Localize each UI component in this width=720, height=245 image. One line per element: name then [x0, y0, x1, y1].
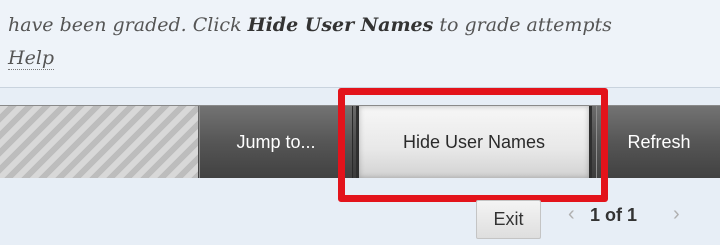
instructions-panel: have been graded. Click Hide User Names … [0, 0, 720, 88]
chevron-left-icon[interactable]: ‹ [568, 203, 575, 226]
page-indicator: 1 of 1 [590, 205, 637, 226]
instructions-suffix: to grade attempts [433, 14, 612, 36]
total-pages: 1 [627, 205, 638, 225]
jump-to-button[interactable]: Jump to... [199, 106, 353, 178]
instructions-text: have been graded. Click Hide User Names … [8, 14, 612, 36]
exit-button[interactable]: Exit [476, 200, 541, 239]
of-label: of [605, 205, 623, 225]
hide-user-names-button[interactable]: Hide User Names [356, 106, 592, 178]
toolbar-stripes [0, 106, 198, 178]
refresh-button[interactable]: Refresh [596, 106, 720, 178]
help-link[interactable]: Help [8, 47, 55, 70]
chevron-right-icon[interactable]: › [673, 203, 680, 226]
help-line: Help [8, 47, 55, 70]
current-page: 1 [590, 205, 601, 225]
instructions-prefix: have been graded. Click [8, 14, 248, 36]
grading-toolbar: Jump to... Hide User Names Refresh [0, 105, 720, 178]
instructions-bold-term: Hide User Names [247, 14, 434, 36]
